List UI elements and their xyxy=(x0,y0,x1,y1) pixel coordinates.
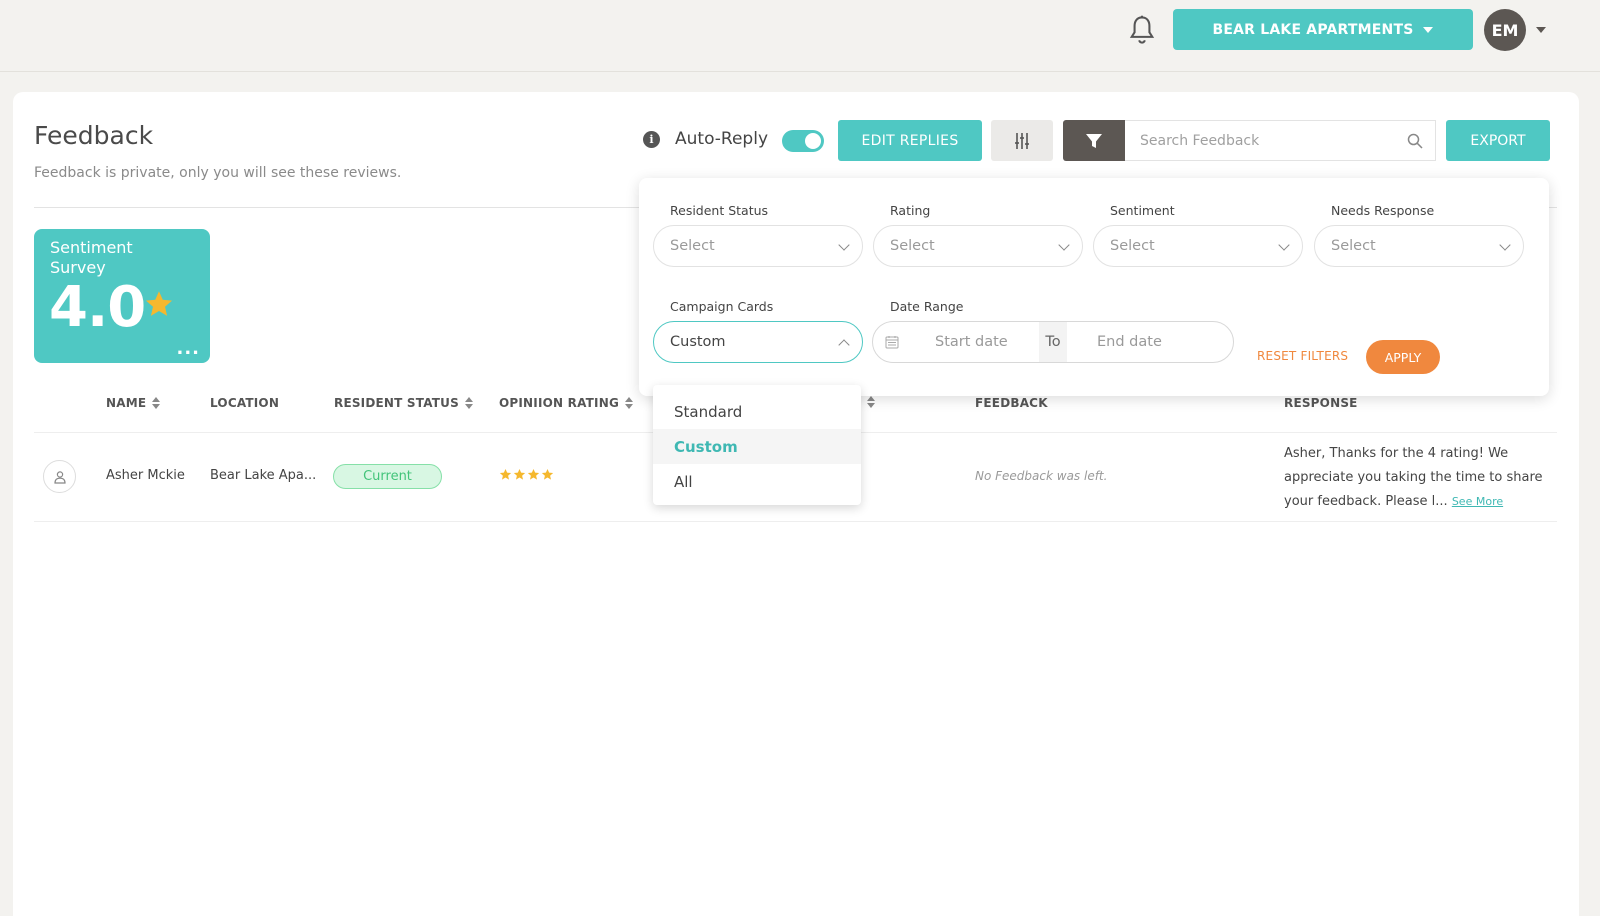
resident-location: Bear Lake Apa... xyxy=(210,468,317,483)
sort-icon xyxy=(152,397,161,409)
sentiment-survey-card[interactable]: Sentiment Survey 4.0 ... xyxy=(34,229,210,363)
column-header-name-label: NAME xyxy=(106,396,147,410)
star-icon xyxy=(499,468,512,480)
sort-icon xyxy=(867,396,875,408)
rating-select[interactable]: Select xyxy=(873,225,1083,267)
date-range-picker[interactable]: Start date To End date xyxy=(872,321,1234,363)
user-icon xyxy=(53,470,66,484)
dropdown-option-all[interactable]: All xyxy=(653,464,861,499)
start-date-input[interactable]: Start date xyxy=(935,334,1008,350)
dropdown-option-custom[interactable]: Custom xyxy=(653,429,861,464)
top-bar: BEAR LAKE APARTMENTS EM xyxy=(0,0,1600,72)
campaign-cards-dropdown: Standard Custom All xyxy=(653,385,861,505)
column-header-feedback: FEEDBACK xyxy=(975,396,1048,410)
export-button[interactable]: EXPORT xyxy=(1446,120,1550,161)
resident-status-value: Select xyxy=(670,238,715,254)
column-header-name[interactable]: NAME xyxy=(106,396,161,410)
card-more-options-button[interactable]: ... xyxy=(176,338,200,359)
filter-funnel-icon xyxy=(1086,133,1102,148)
column-header-location: LOCATION xyxy=(210,396,279,410)
auto-reply-label: Auto-Reply xyxy=(675,129,769,149)
column-header-resident-status[interactable]: RESIDENT STATUS xyxy=(334,396,473,410)
page-title: Feedback xyxy=(34,121,154,150)
column-header-response-label: RESPONSE xyxy=(1284,396,1358,410)
sentiment-select[interactable]: Select xyxy=(1093,225,1303,267)
column-header-opinion-rating-label: OPINIION RATING xyxy=(499,396,619,410)
sentiment-score: 4.0 xyxy=(49,275,146,340)
end-date-input[interactable]: End date xyxy=(1097,334,1162,350)
campaign-cards-value: Custom xyxy=(670,334,726,350)
column-settings-button[interactable] xyxy=(991,120,1053,161)
column-header-response: RESPONSE xyxy=(1284,396,1358,410)
chevron-down-icon xyxy=(1278,239,1290,251)
column-header-hidden-sort[interactable] xyxy=(867,396,875,408)
page-subtitle: Feedback is private, only you will see t… xyxy=(34,165,402,181)
sliders-icon xyxy=(1015,132,1029,149)
auto-reply-toggle[interactable] xyxy=(782,130,824,152)
edit-replies-button[interactable]: EDIT REPLIES xyxy=(838,120,982,161)
date-range-to-label: To xyxy=(1039,322,1067,362)
column-header-feedback-label: FEEDBACK xyxy=(975,396,1048,410)
search-input[interactable] xyxy=(1140,132,1390,149)
calendar-icon xyxy=(885,336,899,349)
dropdown-option-standard[interactable]: Standard xyxy=(653,394,861,429)
caret-down-icon xyxy=(1423,26,1434,33)
chevron-up-icon xyxy=(838,339,850,351)
column-header-resident-status-label: RESIDENT STATUS xyxy=(334,396,459,410)
toggle-knob xyxy=(805,133,821,149)
campaign-cards-select[interactable]: Custom xyxy=(653,321,863,363)
star-icon xyxy=(146,291,172,316)
user-avatar[interactable]: EM xyxy=(1484,9,1526,51)
property-selector-button[interactable]: BEAR LAKE APARTMENTS xyxy=(1173,9,1473,50)
chevron-down-icon xyxy=(838,239,850,251)
column-header-opinion-rating[interactable]: OPINIION RATING xyxy=(499,396,633,410)
chevron-down-icon xyxy=(1058,239,1070,251)
feedback-text: No Feedback was left. xyxy=(975,469,1108,483)
response-text: Asher, Thanks for the 4 rating! We appre… xyxy=(1284,442,1559,514)
bell-icon[interactable] xyxy=(1128,14,1156,46)
filter-label-resident-status: Resident Status xyxy=(670,203,769,218)
filter-toggle-button[interactable] xyxy=(1063,120,1125,161)
star-icon xyxy=(527,468,540,480)
rating-stars xyxy=(499,468,554,481)
search-icon[interactable] xyxy=(1407,133,1423,149)
resident-avatar xyxy=(43,460,76,493)
reset-filters-button[interactable]: RESET FILTERS xyxy=(1257,349,1348,363)
filter-label-rating: Rating xyxy=(890,203,931,218)
filter-label-sentiment: Sentiment xyxy=(1110,203,1175,218)
filter-label-needs-response: Needs Response xyxy=(1331,203,1435,218)
see-more-link[interactable]: See More xyxy=(1452,495,1503,508)
rating-value: Select xyxy=(890,238,935,254)
needs-response-select[interactable]: Select xyxy=(1314,225,1524,267)
search-box xyxy=(1125,120,1436,161)
response-body: Asher, Thanks for the 4 rating! We appre… xyxy=(1284,446,1543,509)
user-menu-caret-icon[interactable] xyxy=(1536,27,1546,33)
star-icon xyxy=(513,468,526,480)
status-badge: Current xyxy=(333,464,442,489)
resident-name[interactable]: Asher Mckie xyxy=(106,468,185,483)
sentiment-value: Select xyxy=(1110,238,1155,254)
sort-icon xyxy=(625,397,633,409)
filter-label-date-range: Date Range xyxy=(890,299,964,314)
filter-panel: Resident Status Select Rating Select Sen… xyxy=(639,178,1549,396)
table-row-divider xyxy=(34,521,1557,522)
needs-response-value: Select xyxy=(1331,238,1376,254)
chevron-down-icon xyxy=(1499,239,1511,251)
star-icon xyxy=(541,468,554,480)
resident-status-select[interactable]: Select xyxy=(653,225,863,267)
apply-filters-button[interactable]: APPLY xyxy=(1366,340,1440,374)
filter-label-campaign-cards: Campaign Cards xyxy=(670,299,774,314)
property-selector-label: BEAR LAKE APARTMENTS xyxy=(1212,21,1414,38)
info-icon[interactable]: i xyxy=(643,131,660,148)
sentiment-card-title: Sentiment Survey xyxy=(50,238,133,277)
column-header-location-label: LOCATION xyxy=(210,396,280,410)
sort-icon xyxy=(464,397,473,409)
